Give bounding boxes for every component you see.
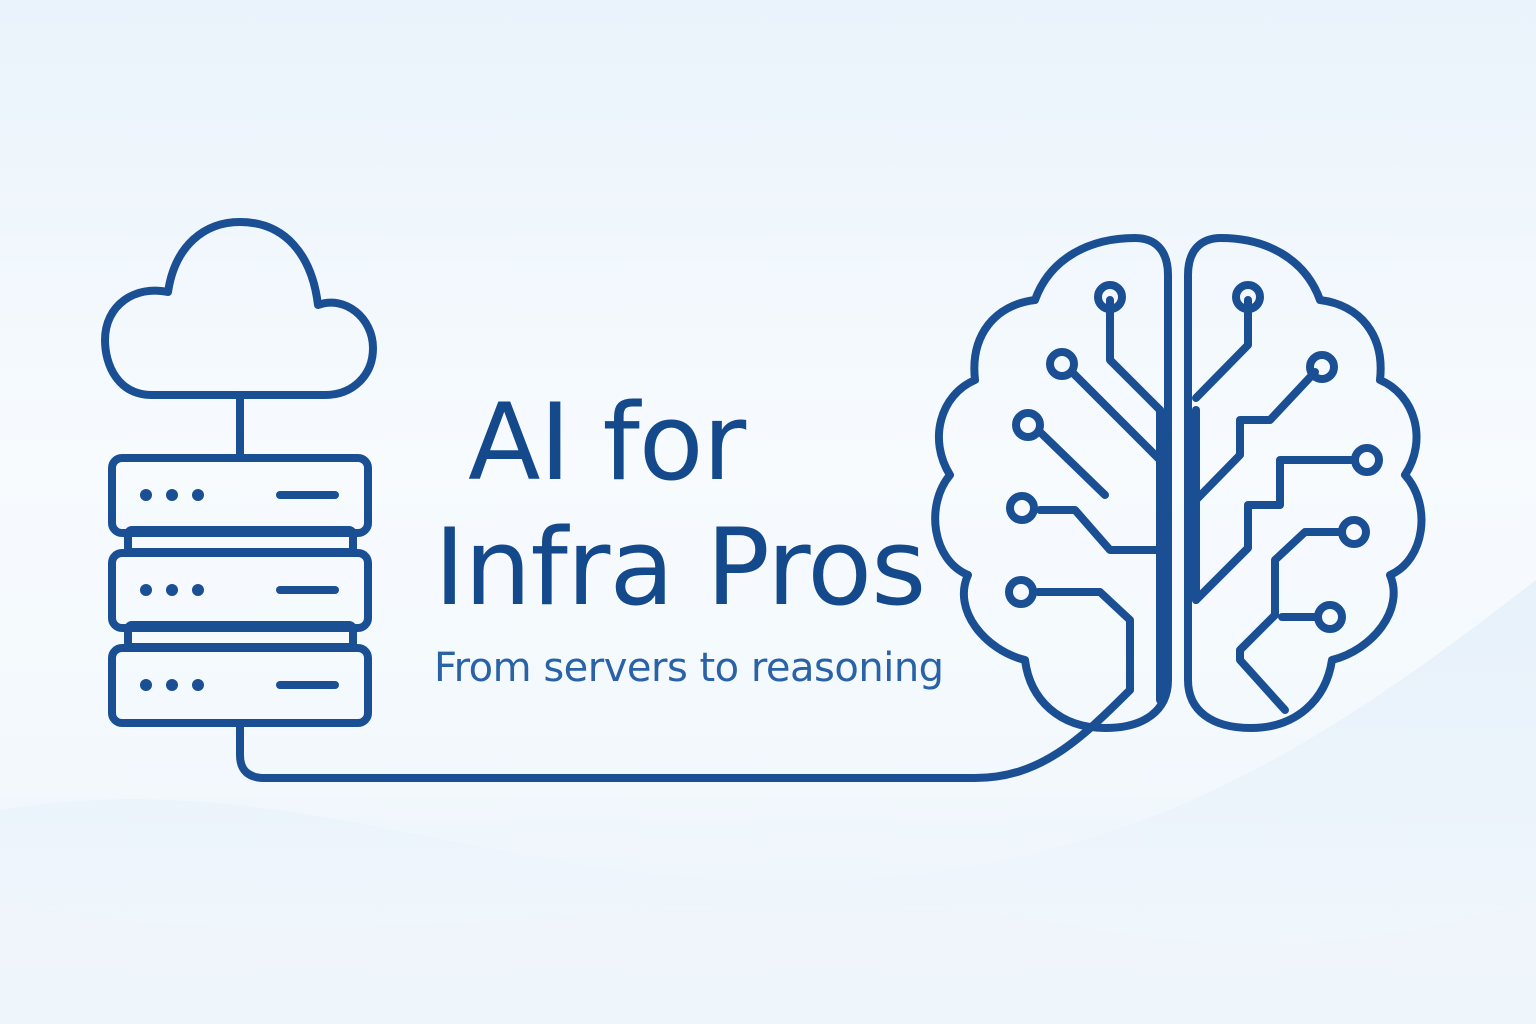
- server-rack-icon: [108, 454, 372, 727]
- cloud-icon: [101, 218, 377, 399]
- connection-cable: [236, 686, 1134, 782]
- subtitle: From servers to reasoning: [434, 645, 944, 691]
- title-line-1: AI for: [468, 381, 746, 504]
- title-line-2: Infra Pros: [434, 506, 926, 629]
- circuit-brain-icon: [931, 234, 1426, 732]
